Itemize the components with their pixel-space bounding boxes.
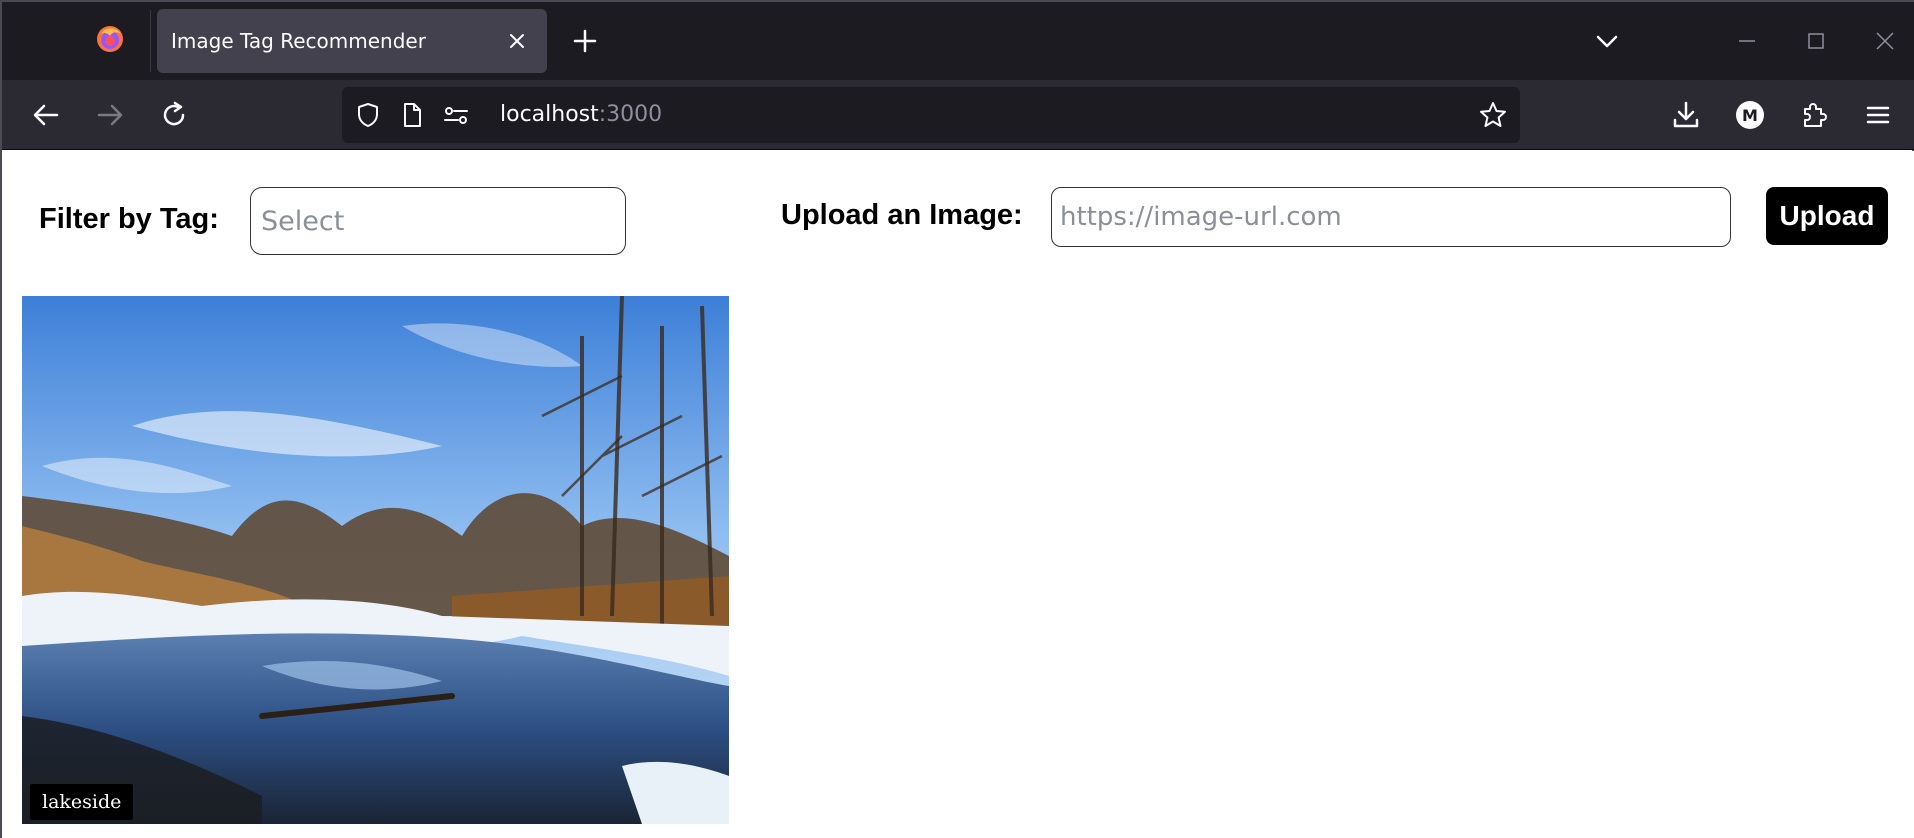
back-button[interactable] xyxy=(28,97,64,133)
hamburger-menu-icon xyxy=(1866,106,1890,124)
chevron-down-icon[interactable] xyxy=(1594,28,1620,54)
tag-filter-placeholder: Select xyxy=(261,206,345,237)
navigation-bar: localhost:3000 M xyxy=(2,80,1914,150)
shield-icon[interactable] xyxy=(354,101,382,129)
puzzle-icon xyxy=(1804,103,1827,127)
account-avatar-icon: M xyxy=(1736,101,1764,129)
maximize-icon[interactable] xyxy=(1803,28,1829,54)
image-url-input[interactable] xyxy=(1051,187,1731,247)
star-icon[interactable] xyxy=(1478,100,1508,130)
url-host: localhost xyxy=(500,102,599,127)
download-icon xyxy=(1673,101,1699,128)
browser-window: Image Tag Recommender localhost:3000 M F… xyxy=(0,0,1914,838)
close-icon[interactable] xyxy=(505,29,529,53)
gallery-image-card[interactable]: lakeside xyxy=(22,296,729,824)
settings-sliders-icon[interactable] xyxy=(442,101,470,129)
window-close-icon[interactable] xyxy=(1872,28,1898,54)
downloads-button[interactable] xyxy=(1668,97,1704,133)
plus-icon[interactable] xyxy=(570,26,600,56)
arrow-right-icon xyxy=(97,104,123,126)
tag-filter-select[interactable]: Select xyxy=(250,187,626,255)
upload-button[interactable]: Upload xyxy=(1766,187,1888,245)
url-text[interactable]: localhost:3000 xyxy=(500,87,662,143)
minimize-icon[interactable] xyxy=(1734,28,1760,54)
page-content: Filter by Tag: Select Upload an Image: U… xyxy=(4,151,1914,838)
url-port: :3000 xyxy=(598,102,663,127)
address-bar[interactable]: localhost:3000 xyxy=(342,87,1520,143)
forward-button[interactable] xyxy=(92,97,128,133)
menu-button[interactable] xyxy=(1860,97,1896,133)
page-icon[interactable] xyxy=(398,101,426,129)
account-button[interactable]: M xyxy=(1732,97,1768,133)
arrow-left-icon xyxy=(33,104,59,126)
firefox-icon[interactable] xyxy=(96,25,124,53)
tab-title: Image Tag Recommender xyxy=(171,29,426,53)
landscape-photo xyxy=(22,296,729,824)
upload-label: Upload an Image: xyxy=(781,199,1023,231)
reload-icon xyxy=(163,101,185,126)
tab-bar: Image Tag Recommender xyxy=(2,2,1914,80)
tab-separator xyxy=(150,10,151,72)
filter-label: Filter by Tag: xyxy=(39,203,219,235)
tab-active[interactable]: Image Tag Recommender xyxy=(157,9,547,73)
extensions-button[interactable] xyxy=(1796,97,1832,133)
image-tag-badge: lakeside xyxy=(30,784,134,820)
reload-button[interactable] xyxy=(156,97,192,133)
